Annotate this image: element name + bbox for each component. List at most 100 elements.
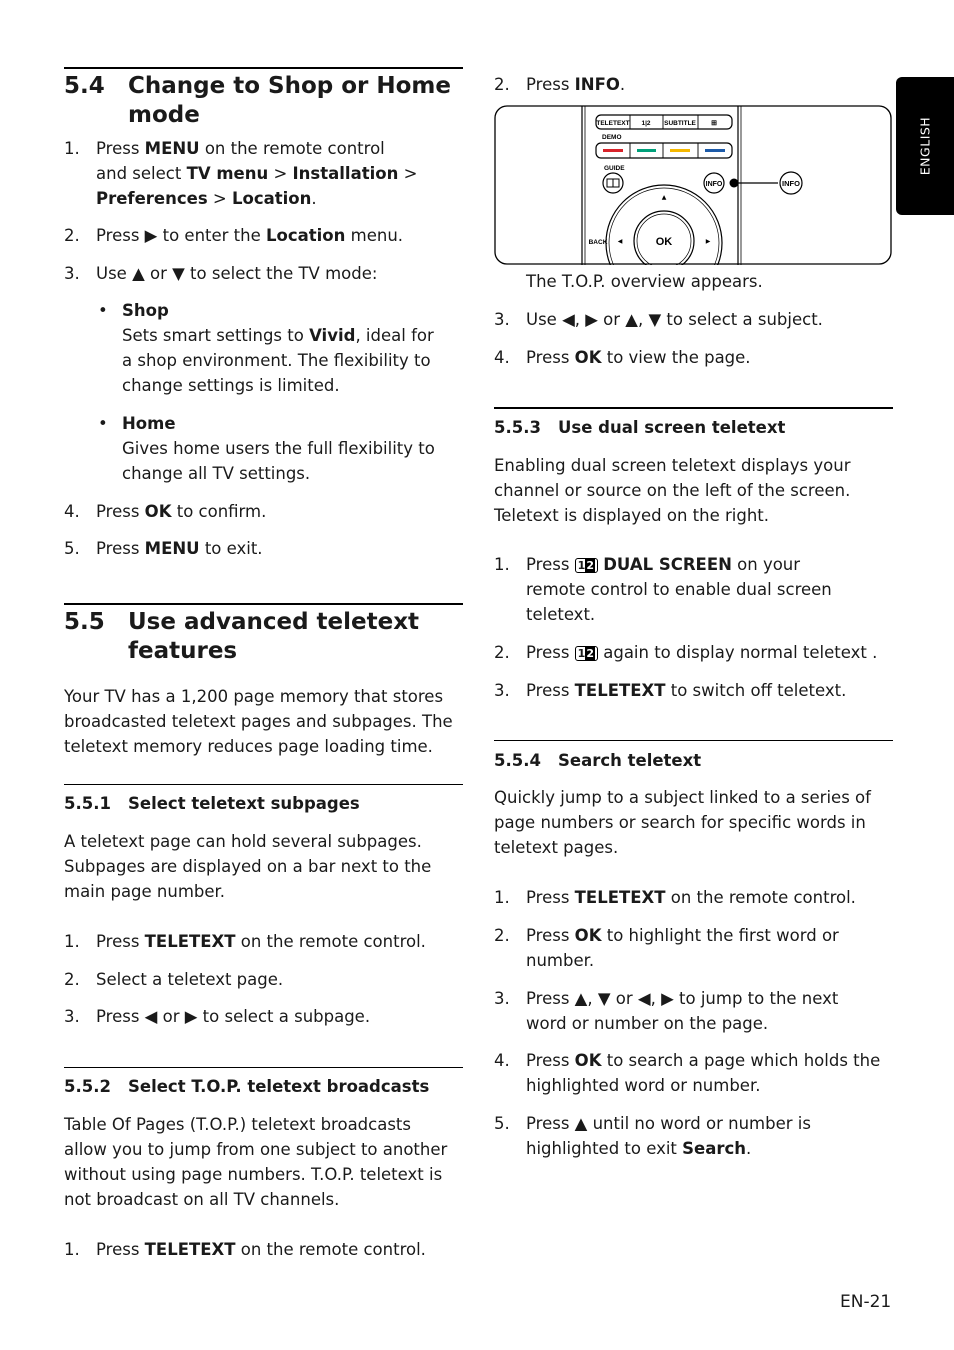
paragraph-line: Enabling dual screen teletext displays y… bbox=[494, 456, 851, 475]
page-number: EN-21 bbox=[840, 1292, 892, 1312]
green-key bbox=[637, 149, 656, 152]
list-text: Press INFO. bbox=[526, 75, 626, 94]
list-text: Preferences > Location. bbox=[96, 189, 317, 208]
section-title: Select teletext subpages bbox=[128, 794, 360, 813]
section-title: Search teletext bbox=[558, 751, 702, 770]
up-arrow-icon: ▲ bbox=[662, 194, 667, 201]
blue-key bbox=[705, 149, 725, 152]
paragraph-line: teletext memory reduces page loading tim… bbox=[64, 737, 433, 756]
list-text: Press OK to confirm. bbox=[96, 502, 267, 521]
list-text: teletext. bbox=[526, 605, 596, 624]
red-key bbox=[603, 149, 623, 152]
callout-dot bbox=[729, 178, 739, 188]
left-arrow-icon: ◀ bbox=[618, 238, 623, 245]
list-text: Press MENU to exit. bbox=[96, 539, 263, 558]
list-number: 3. bbox=[64, 264, 80, 283]
paragraph-line: channel or source on the left of the scr… bbox=[494, 481, 851, 500]
paragraph-line: teletext pages. bbox=[494, 838, 619, 857]
list-number: 3. bbox=[494, 310, 510, 329]
teletext-button-label: TELETEXT bbox=[596, 120, 629, 127]
list-text: number. bbox=[526, 951, 595, 970]
illustration-frame bbox=[494, 105, 892, 265]
list-text: The T.O.P. overview appears. bbox=[526, 272, 763, 291]
section-number: 5.5.1 bbox=[64, 794, 111, 813]
list-number: • bbox=[98, 301, 108, 320]
list-number: 1. bbox=[64, 1240, 80, 1259]
section-title: Select T.O.P. teletext broadcasts bbox=[128, 1077, 430, 1096]
paragraph-line: Table Of Pages (T.O.P.) teletext broadca… bbox=[64, 1115, 411, 1134]
list-text: Shop bbox=[122, 301, 169, 320]
section-number: 5.4 bbox=[64, 73, 105, 99]
list-text: Press ▶ to enter the Location menu. bbox=[96, 226, 404, 245]
paragraph-line: Teletext is displayed on the right. bbox=[494, 506, 769, 525]
paragraph-line: A teletext page can hold several subpage… bbox=[64, 832, 422, 851]
list-text: Press TELETEXT on the remote control. bbox=[96, 1240, 426, 1259]
section-number: 5.5.2 bbox=[64, 1077, 111, 1096]
guide-label: GUIDE bbox=[604, 165, 625, 172]
list-text: Press ▲, ▼ or ◀, ▶ to jump to the next bbox=[526, 989, 839, 1008]
list-number: 4. bbox=[494, 1051, 510, 1070]
list-text: change settings is limited. bbox=[122, 376, 340, 395]
list-text: Press ◀ or ▶ to select a subpage. bbox=[96, 1007, 371, 1026]
list-text: remote control to enable dual screen bbox=[526, 580, 832, 599]
list-text: Use ▲ or ▼ to select the TV mode: bbox=[96, 264, 378, 283]
list-text: Sets smart settings to Vivid, ideal for bbox=[122, 326, 434, 345]
list-text: Press MENU on the remote control bbox=[96, 139, 385, 158]
list-text: change all TV settings. bbox=[122, 464, 311, 483]
list-text: Press TELETEXT to switch off teletext. bbox=[526, 681, 847, 700]
remote-control-illustration: TELETEXT 1|2 SUBTITLE ⊞ DEMO GUIDE INFO … bbox=[494, 105, 892, 265]
list-text: Press OK to search a page which holds th… bbox=[526, 1051, 881, 1070]
list-text: Press 12 DUAL SCREEN on your bbox=[526, 555, 801, 574]
callout-info-label: INFO bbox=[782, 179, 800, 188]
list-number: • bbox=[98, 414, 108, 433]
list-number: 4. bbox=[64, 502, 80, 521]
list-number: 2. bbox=[64, 226, 80, 245]
list-text: word or number on the page. bbox=[526, 1014, 769, 1033]
paragraph-line: broadcasted teletext pages and subpages.… bbox=[64, 712, 453, 731]
list-number: 2. bbox=[64, 970, 80, 989]
paragraph-line: without using page numbers. T.O.P. telet… bbox=[64, 1165, 443, 1184]
list-text: Press ▲ until no word or number is bbox=[526, 1114, 811, 1133]
format-button-icon: ⊞ bbox=[711, 120, 717, 127]
list-text: Gives home users the full flexibility to bbox=[122, 439, 435, 458]
yellow-key bbox=[670, 149, 690, 152]
paragraph-line: Subpages are displayed on a bar next to … bbox=[64, 857, 432, 876]
paragraph-line: main page number. bbox=[64, 882, 226, 901]
language-tab: ENGLISH bbox=[896, 77, 954, 215]
section-divider bbox=[64, 603, 463, 605]
list-text: Press 12 again to display normal teletex… bbox=[526, 643, 878, 662]
section-title: Use advanced teletext features bbox=[128, 609, 420, 664]
section-title: Change to Shop or Home mode bbox=[128, 73, 451, 128]
info-button-label: INFO bbox=[706, 181, 723, 188]
list-number: 1. bbox=[64, 932, 80, 951]
list-number: 5. bbox=[64, 539, 80, 558]
paragraph-line: allow you to jump from one subject to an… bbox=[64, 1140, 448, 1159]
paragraph-line: not broadcast on all TV channels. bbox=[64, 1190, 340, 1209]
section-number: 5.5.3 bbox=[494, 418, 541, 437]
subsection-divider bbox=[64, 784, 463, 785]
list-text: Press OK to highlight the first word or bbox=[526, 926, 839, 945]
list-text: highlighted word or number. bbox=[526, 1076, 761, 1095]
back-label: BACK bbox=[589, 239, 608, 246]
dual-screen-button-label: 1|2 bbox=[641, 120, 650, 127]
list-text: Use ◀, ▶ or ▲, ▼ to select a subject. bbox=[526, 310, 823, 329]
section-number: 5.5 bbox=[64, 609, 105, 635]
list-text: and select TV menu > Installation > bbox=[96, 164, 418, 183]
list-number: 1. bbox=[494, 888, 510, 907]
list-number: 3. bbox=[494, 681, 510, 700]
list-text: Press TELETEXT on the remote control. bbox=[96, 932, 426, 951]
list-text: Press OK to view the page. bbox=[526, 348, 751, 367]
subtitle-button-label: SUBTITLE bbox=[664, 120, 696, 127]
list-text: a shop environment. The flexibility to bbox=[122, 351, 431, 370]
section-title: Use dual screen teletext bbox=[558, 418, 786, 437]
list-number: 5. bbox=[494, 1114, 510, 1133]
paragraph-line: page numbers or search for specific word… bbox=[494, 813, 866, 832]
subsection-divider bbox=[64, 1067, 463, 1068]
list-number: 2. bbox=[494, 75, 510, 94]
paragraph-line: Your TV has a 1,200 page memory that sto… bbox=[64, 687, 444, 706]
section-number: 5.5.4 bbox=[494, 751, 541, 770]
list-text: Home bbox=[122, 414, 176, 433]
demo-label: DEMO bbox=[602, 134, 622, 141]
list-number: 1. bbox=[494, 555, 510, 574]
subsection-divider bbox=[494, 740, 893, 741]
